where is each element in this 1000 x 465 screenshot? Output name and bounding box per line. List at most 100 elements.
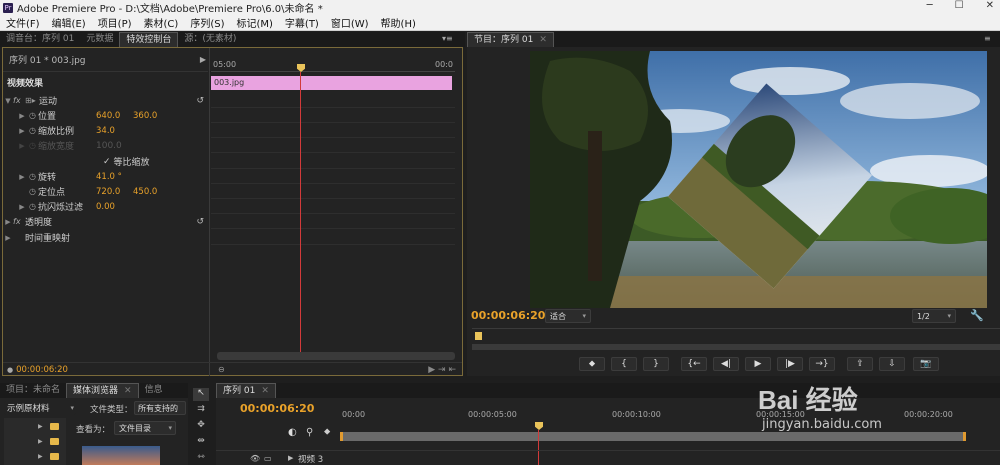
program-zoom-bar[interactable] [472, 344, 1000, 350]
resolution-dropdown[interactable]: 1/2 ▾ [912, 309, 956, 323]
expand-triangle-icon[interactable]: ▶ [3, 234, 13, 242]
track-select-tool-icon[interactable]: ⇉ [193, 404, 209, 417]
position-y-value[interactable]: 360.0 [133, 111, 157, 121]
lift-button[interactable]: ⇪ [847, 357, 873, 371]
fit-dropdown[interactable]: 适合 ▾ [545, 309, 591, 323]
mark-in-button[interactable]: { [611, 357, 637, 371]
view-as-dropdown[interactable]: 文件目录 ▾ [114, 421, 176, 435]
mark-out-button[interactable]: } [643, 357, 669, 371]
anchor-x-value[interactable]: 720.0 [96, 187, 133, 197]
step-back-button[interactable]: ◀| [713, 357, 739, 371]
menu-sequence[interactable]: 序列(S) [184, 15, 230, 30]
fx-icon[interactable]: fx [13, 96, 25, 105]
menu-help[interactable]: 帮助(H) [375, 15, 422, 30]
media-thumbnail[interactable] [82, 446, 160, 465]
zoom-scrollbar[interactable] [217, 352, 455, 360]
expand-triangle-icon[interactable]: ▶ [38, 438, 43, 445]
anchor-y-value[interactable]: 450.0 [133, 187, 157, 197]
tab-project[interactable]: 项目：未命名 [0, 383, 66, 398]
menu-window[interactable]: 窗口(W) [325, 15, 375, 30]
folder-icon[interactable] [50, 423, 59, 430]
expand-triangle-icon[interactable]: ▶ [38, 423, 43, 430]
reset-icon[interactable]: ↺ [196, 96, 204, 106]
folder-icon[interactable] [50, 438, 59, 445]
tab-info[interactable]: 信息 [139, 383, 169, 398]
stopwatch-icon[interactable]: ◷ [27, 202, 38, 211]
play-button[interactable]: ▶ [745, 357, 771, 371]
reset-icon[interactable]: ↺ [196, 217, 204, 227]
folder-tree[interactable]: ▶ ▶ ▶ [4, 418, 66, 465]
linked-selection-icon[interactable]: ⚲ [306, 427, 313, 438]
clip-bar[interactable]: 003.jpg [211, 76, 452, 90]
program-playhead[interactable] [475, 332, 482, 340]
rotation-value[interactable]: 41.0 ° [96, 172, 122, 182]
anti-flicker-value[interactable]: 0.00 [96, 202, 115, 212]
checkbox-icon[interactable]: ✓ [103, 157, 111, 167]
menu-marker[interactable]: 标记(M) [230, 15, 278, 30]
menu-clip[interactable]: 素材(C) [138, 15, 185, 30]
program-video-frame[interactable] [530, 51, 987, 308]
motion-transform-icon[interactable]: ⊞▸ [25, 96, 39, 105]
effect-controls-timecode[interactable]: 00:00:06:20 [16, 365, 68, 375]
work-area-bar[interactable] [340, 432, 966, 441]
tab-effect-controls[interactable]: 特效控制台 [119, 32, 179, 47]
menu-edit[interactable]: 编辑(E) [46, 15, 92, 30]
go-to-in-button[interactable]: {← [681, 357, 707, 371]
play-triangle-icon[interactable]: ▶ [200, 55, 206, 64]
tab-sequence-01[interactable]: 序列 01 ✕ [216, 383, 276, 398]
zoom-out-icon[interactable]: ⊖ [218, 365, 225, 374]
tab-metadata[interactable]: 元数据 [80, 32, 119, 47]
stopwatch-icon[interactable]: ◷ [27, 187, 38, 196]
menu-file[interactable]: 文件(F) [0, 15, 46, 30]
snap-icon[interactable]: ◐ [288, 427, 297, 438]
eye-icon[interactable]: 👁 [250, 454, 260, 463]
expand-triangle-icon[interactable]: ▶ [38, 453, 43, 460]
timeline-ruler[interactable]: 00:00 00:00:05:00 00:00:10:00 00:00:15:0… [340, 408, 1000, 426]
stopwatch-icon[interactable]: ◷ [27, 126, 38, 135]
tab-program[interactable]: 节目：序列 01 ✕ [467, 32, 554, 47]
position-x-value[interactable]: 640.0 [96, 111, 133, 121]
rolling-edit-tool-icon[interactable]: ⇹ [193, 436, 209, 449]
expand-triangle-icon[interactable]: ▼ [3, 97, 13, 105]
file-type-dropdown[interactable]: 所有支持的 [134, 401, 186, 415]
panel-menu-icon[interactable]: ▾≡ [442, 34, 453, 43]
stopwatch-icon[interactable]: ◷ [27, 172, 38, 181]
expand-triangle-icon[interactable]: ▶ [17, 173, 27, 181]
effect-timeline-ruler[interactable]: 05:00 00:0 [211, 58, 455, 72]
step-forward-button[interactable]: |▶ [777, 357, 803, 371]
lock-icon[interactable]: ▭ [264, 454, 272, 463]
marker-icon[interactable]: ● [7, 366, 13, 374]
rate-stretch-tool-icon[interactable]: ⇿ [193, 452, 209, 465]
add-marker-button[interactable]: ⬥ [579, 357, 605, 371]
close-button[interactable]: ✕ [986, 0, 994, 11]
folder-icon[interactable] [50, 453, 59, 460]
extract-button[interactable]: ⇩ [879, 357, 905, 371]
tab-audio-mixer[interactable]: 调音台：序列 01 [0, 32, 80, 47]
stopwatch-icon[interactable]: ◷ [27, 111, 38, 120]
fx-icon[interactable]: fx [13, 217, 25, 226]
timeline-playhead-handle[interactable] [535, 422, 543, 430]
go-to-out-button[interactable]: →} [809, 357, 835, 371]
keyframe-nav-icon[interactable]: ▶ ⇥ ⇤ [428, 365, 456, 375]
export-frame-button[interactable]: 📷 [913, 357, 939, 371]
ripple-edit-tool-icon[interactable]: ✥ [193, 420, 209, 433]
maximize-button[interactable]: ☐ [955, 0, 964, 11]
minimize-button[interactable]: ─ [927, 0, 933, 11]
expand-triangle-icon[interactable]: ▶ [17, 127, 27, 135]
wrench-icon[interactable]: 🔧 [970, 309, 984, 322]
expand-triangle-icon[interactable]: ▶ [288, 454, 293, 462]
expand-triangle-icon[interactable]: ▶ [17, 112, 27, 120]
menu-project[interactable]: 项目(P) [92, 15, 138, 30]
selection-tool-icon[interactable]: ↖ [193, 388, 209, 401]
tab-source[interactable]: 源：(无素材) [178, 32, 242, 47]
timeline-timecode[interactable]: 00:00:06:20 [240, 402, 314, 415]
drive-dropdown[interactable]: 示例原材料 ▾ [4, 401, 76, 415]
scale-value[interactable]: 34.0 [96, 126, 115, 136]
menu-title[interactable]: 字幕(T) [279, 15, 325, 30]
add-marker-icon[interactable]: ⬥ [324, 427, 330, 437]
program-time-ruler[interactable] [472, 328, 1000, 342]
expand-triangle-icon[interactable]: ▶ [3, 218, 13, 226]
expand-triangle-icon[interactable]: ▶ [17, 203, 27, 211]
tab-media-browser[interactable]: 媒体浏览器 ✕ [66, 383, 139, 398]
panel-menu-icon[interactable]: ≡ [984, 34, 991, 43]
